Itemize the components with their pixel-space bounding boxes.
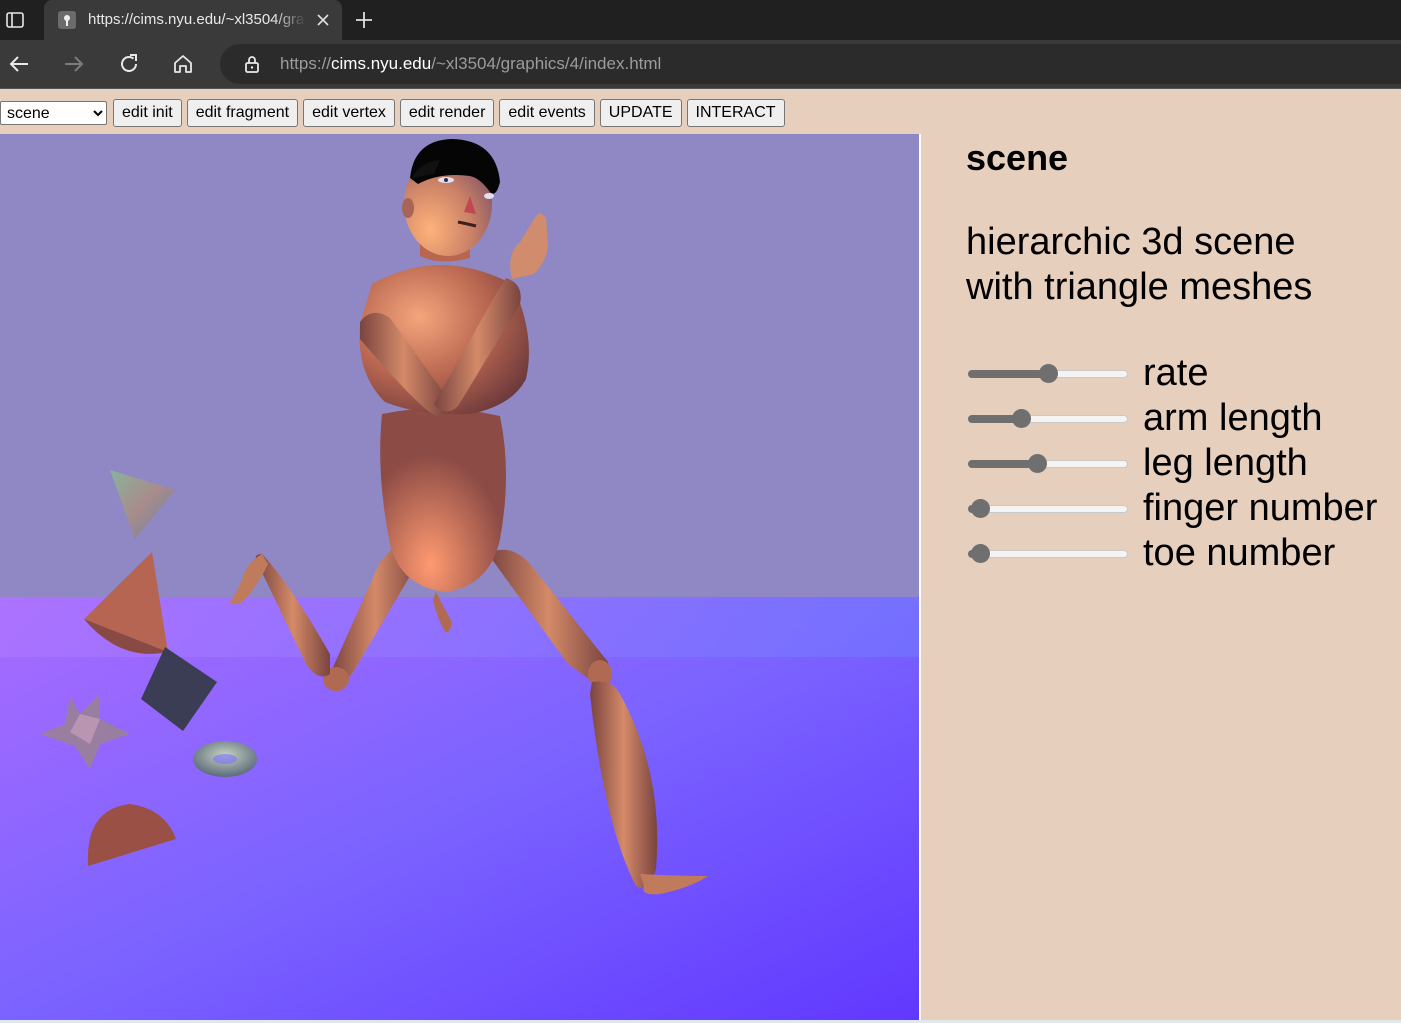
slider-track[interactable] — [968, 505, 1128, 513]
slider-track[interactable] — [968, 415, 1128, 423]
forward-icon[interactable] — [61, 51, 87, 77]
slider-thumb[interactable] — [971, 544, 990, 563]
webgl-canvas[interactable] — [0, 134, 919, 1020]
canvas-border — [919, 134, 921, 1020]
close-icon[interactable] — [314, 11, 332, 29]
description-line: hierarchic 3d scene — [966, 221, 1296, 263]
controls-bar: scene edit init edit fragment edit verte… — [0, 98, 785, 128]
favicon-icon — [58, 11, 76, 29]
slider-track[interactable] — [968, 550, 1128, 558]
home-icon[interactable] — [170, 51, 196, 77]
update-button[interactable]: UPDATE — [599, 99, 682, 127]
tab-title: https://cims.nyu.edu/~xl3504/graphics/4/… — [88, 11, 306, 28]
slider-thumb[interactable] — [1027, 454, 1047, 473]
browser-tab[interactable]: https://cims.nyu.edu/~xl3504/graphics/4/… — [44, 0, 342, 40]
toolbar-divider — [0, 88, 1401, 89]
slider-track[interactable] — [968, 460, 1128, 468]
slider-label: arm length — [1143, 397, 1323, 439]
address-bar[interactable]: https://cims.nyu.edu/~xl3504/graphics/4/… — [220, 44, 1401, 84]
edit-init-button[interactable]: edit init — [113, 99, 182, 127]
reload-icon[interactable] — [116, 51, 142, 77]
slider-label: toe number — [1143, 532, 1336, 574]
edit-events-button[interactable]: edit events — [499, 99, 595, 127]
slider-label: finger number — [1143, 487, 1378, 529]
url-text[interactable]: https://cims.nyu.edu/~xl3504/graphics/4/… — [280, 54, 661, 74]
figure-hips — [380, 408, 506, 592]
slider-thumb[interactable] — [1038, 364, 1058, 383]
panel-description: hierarchic 3d scene with triangle meshes — [966, 220, 1312, 310]
panel-title: scene — [966, 137, 1069, 178]
edit-vertex-button[interactable]: edit vertex — [303, 99, 395, 127]
lock-icon[interactable] — [242, 54, 262, 74]
url-scheme: https:// — [280, 54, 332, 73]
tab-strip-icon[interactable] — [4, 9, 26, 31]
description-line: with triangle meshes — [966, 266, 1313, 308]
new-tab-icon[interactable] — [352, 8, 376, 32]
edit-fragment-button[interactable]: edit fragment — [186, 99, 299, 127]
browser-tab-bar: https://cims.nyu.edu/~xl3504/graphics/4/… — [0, 0, 1401, 40]
scene-select[interactable]: scene — [0, 101, 107, 125]
url-host: cims.nyu.edu — [331, 54, 432, 73]
back-icon[interactable] — [6, 51, 32, 77]
slider-label: leg length — [1143, 442, 1308, 484]
slider-thumb[interactable] — [971, 499, 990, 518]
browser-toolbar: https://cims.nyu.edu/~xl3504/graphics/4/… — [0, 40, 1401, 88]
edit-render-button[interactable]: edit render — [399, 99, 495, 127]
slider-label: rate — [1143, 352, 1209, 394]
slider-thumb[interactable] — [1011, 409, 1031, 428]
url-path: /~xl3504/graphics/4/index.html — [431, 54, 662, 73]
interact-button[interactable]: INTERACT — [686, 99, 785, 127]
